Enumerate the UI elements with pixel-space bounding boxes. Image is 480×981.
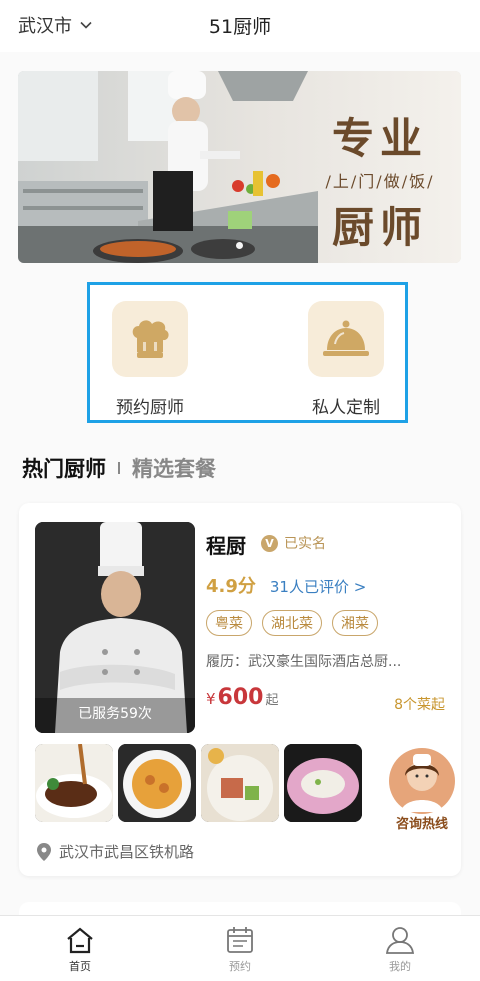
verified-label: 已实名 bbox=[284, 536, 326, 552]
chef-portrait-image bbox=[35, 522, 195, 733]
tab-featured-sets[interactable]: 精选套餐 bbox=[132, 453, 216, 483]
user-icon bbox=[385, 927, 415, 954]
chef-resume: 履历：武汉豪生国际酒店总厨... bbox=[206, 654, 402, 670]
chef-card[interactable]: 已服务59次 程厨 V 已实名 4.9分 31人已评价 > 粤菜 湖北菜 湘菜 … bbox=[19, 503, 461, 876]
book-chef-entry[interactable]: 预约厨师 bbox=[90, 301, 210, 418]
price-currency: ¥ bbox=[206, 690, 216, 708]
banner-line-1: 专业 bbox=[331, 114, 428, 163]
price: ¥ 600 起 bbox=[206, 685, 279, 710]
chef-address: 武汉市武昌区铁机路 bbox=[37, 841, 194, 862]
cuisine-tag: 粤菜 bbox=[206, 610, 252, 636]
app-title: 51厨师 bbox=[208, 16, 272, 38]
dish-thumbnail[interactable] bbox=[35, 744, 113, 822]
price-unit: 起 bbox=[265, 693, 279, 708]
price-value: 600 bbox=[217, 685, 264, 710]
chef-name: 程厨 bbox=[206, 534, 246, 558]
dish-gallery bbox=[35, 744, 362, 822]
dish-thumbnail[interactable] bbox=[118, 744, 196, 822]
min-dishes: 8个菜起 bbox=[394, 697, 445, 713]
rating-score: 4.9分 bbox=[206, 576, 256, 597]
tab-popular-chefs[interactable]: 热门厨师 bbox=[22, 453, 106, 483]
dish-thumbnail[interactable] bbox=[201, 744, 279, 822]
promo-banner[interactable]: 专业 /上/门/做/饭/ 厨师 bbox=[18, 71, 461, 263]
cuisine-tag: 湖北菜 bbox=[262, 610, 322, 636]
bottom-navigation: 首页 预约 我的 bbox=[0, 915, 480, 981]
carousel-dot[interactable] bbox=[236, 242, 243, 249]
top-bar: 武汉市 51厨师 bbox=[0, 0, 480, 52]
cuisine-tag: 湘菜 bbox=[332, 610, 378, 636]
location-pin-icon bbox=[37, 842, 51, 861]
verified-badge: V 已实名 bbox=[261, 533, 326, 553]
dish-thumbnail[interactable] bbox=[284, 744, 362, 822]
hotline-button[interactable]: 咨询热线 bbox=[387, 746, 457, 832]
nav-profile-label: 我的 bbox=[389, 960, 411, 973]
chef-photo[interactable]: 已服务59次 bbox=[35, 522, 195, 733]
book-chef-label: 预约厨师 bbox=[116, 398, 184, 418]
banner-line-2: /上/门/做/饭/ bbox=[325, 172, 435, 191]
verified-icon: V bbox=[261, 534, 278, 552]
chef-hat-icon bbox=[112, 301, 188, 377]
banner-slogan: 专业 /上/门/做/饭/ 厨师 bbox=[325, 105, 435, 255]
quick-entry-panel: 预约厨师 私人定制 bbox=[87, 282, 408, 423]
private-custom-label: 私人定制 bbox=[312, 398, 380, 418]
page: 武汉市 51厨师 专业 /上/门/做/饭/ 厨师 预约厨师 私人定制 热门厨师 … bbox=[0, 0, 480, 981]
nav-home[interactable]: 首页 bbox=[0, 916, 160, 981]
address-text: 武汉市武昌区铁机路 bbox=[59, 843, 195, 861]
home-icon bbox=[67, 927, 93, 954]
nav-profile[interactable]: 我的 bbox=[320, 916, 480, 981]
nav-booking-label: 预约 bbox=[229, 960, 251, 973]
calendar-icon bbox=[227, 927, 253, 953]
nav-booking[interactable]: 预约 bbox=[160, 916, 320, 981]
tab-divider bbox=[118, 462, 120, 474]
carousel-indicator bbox=[18, 242, 461, 249]
reviews-link[interactable]: 31人已评价 > bbox=[270, 576, 366, 597]
rating-row: 4.9分 31人已评价 > bbox=[206, 572, 366, 598]
nav-home-label: 首页 bbox=[69, 960, 91, 973]
cuisine-tags: 粤菜 湖北菜 湘菜 bbox=[206, 610, 378, 636]
customer-service-icon bbox=[389, 748, 455, 814]
section-tabs: 热门厨师 精选套餐 bbox=[22, 453, 216, 483]
served-count: 已服务59次 bbox=[78, 706, 152, 722]
cloche-icon bbox=[308, 301, 384, 377]
private-custom-entry[interactable]: 私人定制 bbox=[286, 301, 406, 418]
hotline-label: 咨询热线 bbox=[395, 817, 448, 832]
